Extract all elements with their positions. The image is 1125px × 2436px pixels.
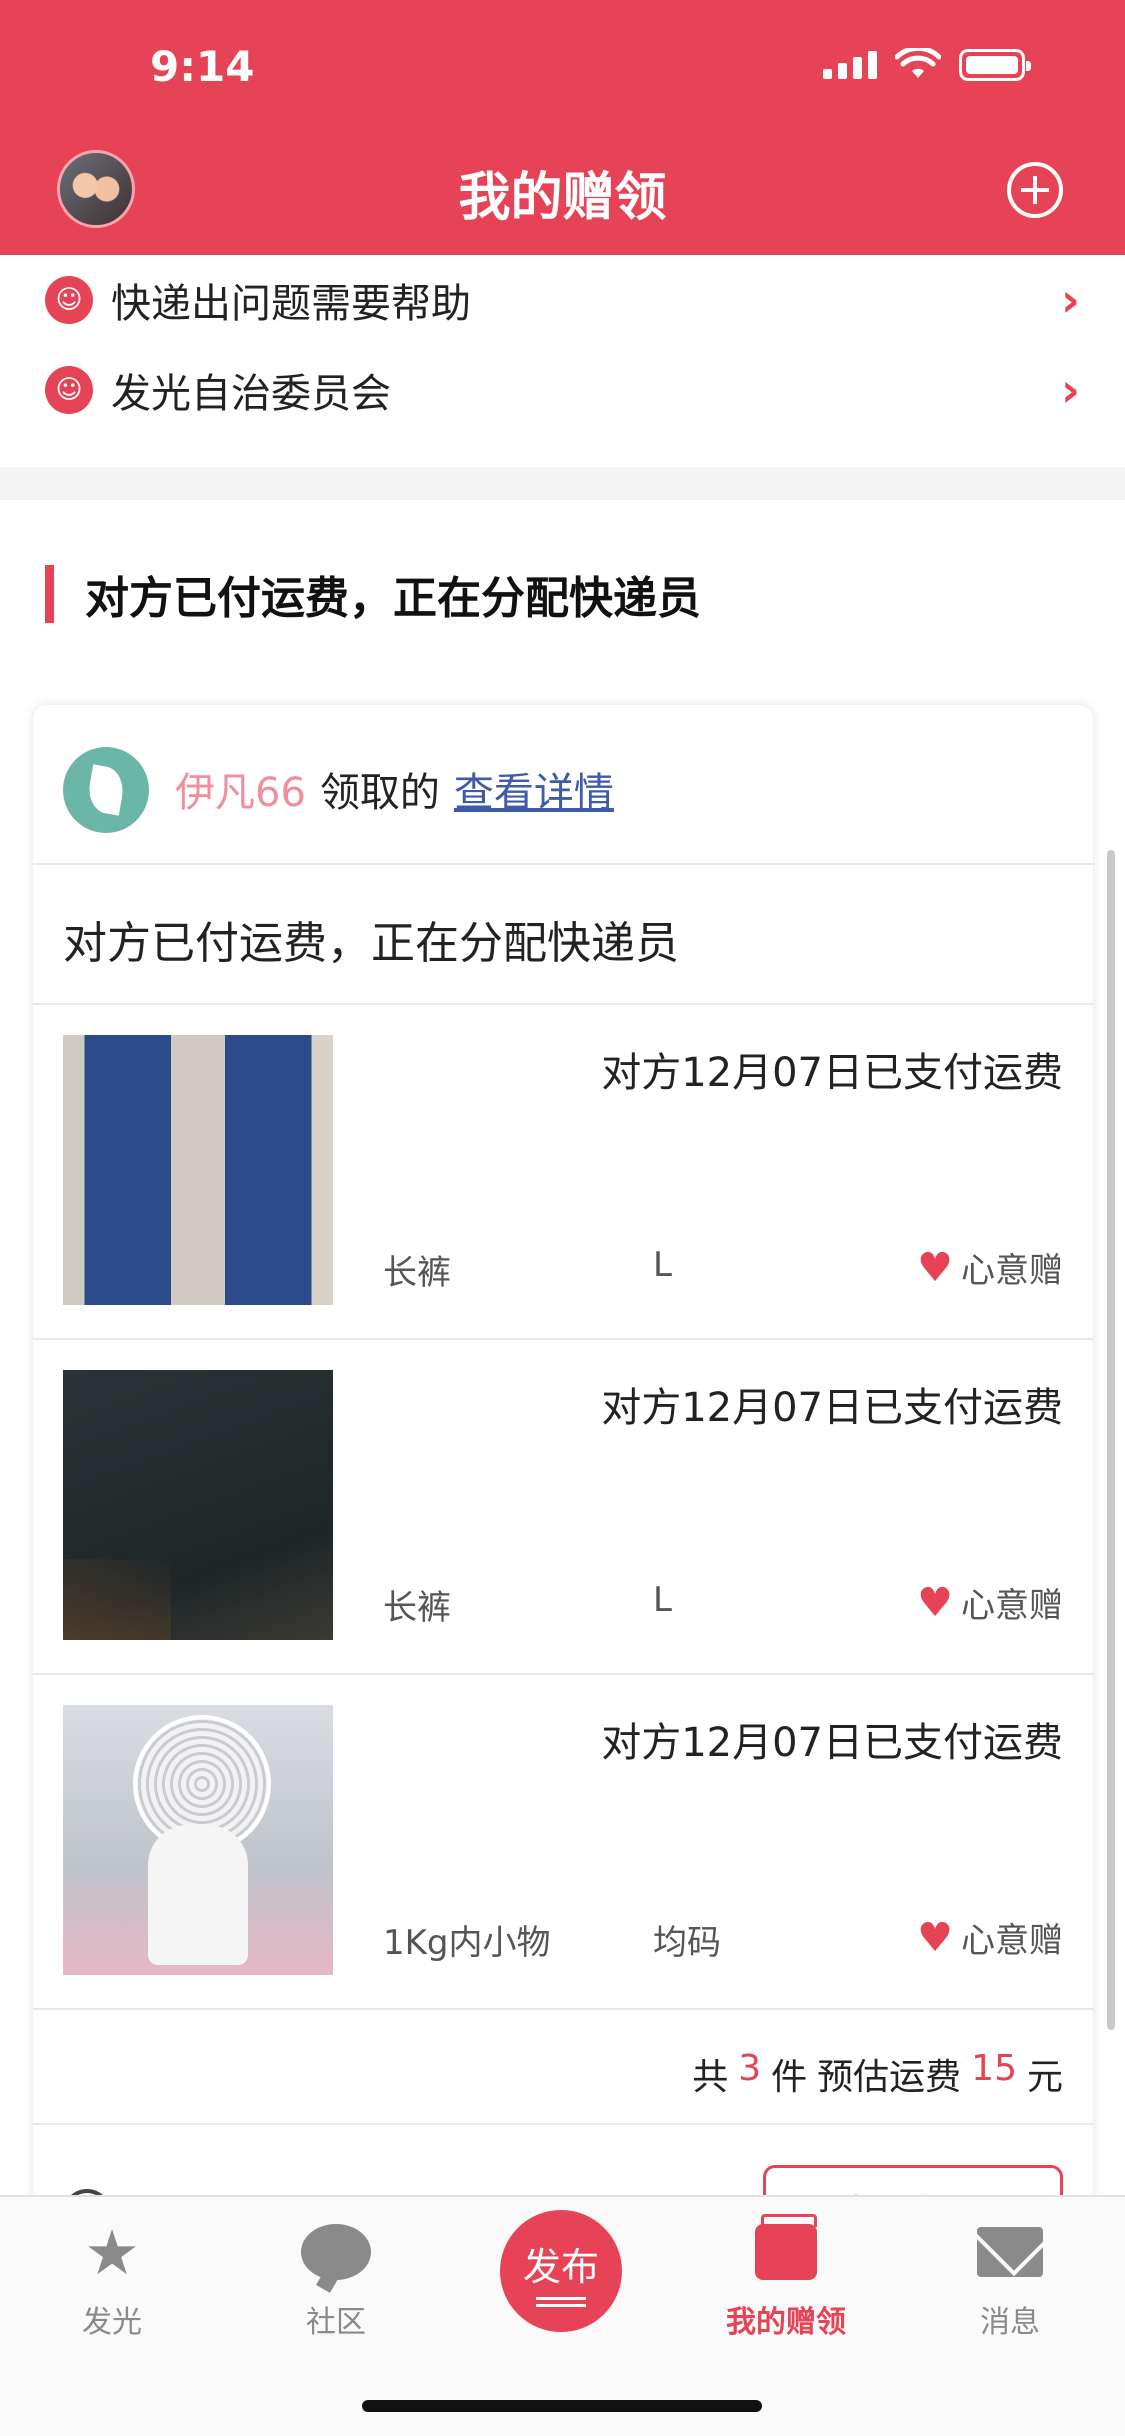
list-item-committee[interactable]: ☺ 发光自治委员会 › — [0, 345, 1125, 435]
summary-prefix: 共 — [692, 2057, 729, 2098]
item-count: 3 — [738, 2048, 762, 2089]
tab-label: 消息 — [980, 2305, 1040, 2340]
list-item-label: 发光自治委员会 — [111, 371, 391, 417]
tab-faguang[interactable]: ★ 发光 — [32, 2215, 192, 2341]
menu-lines-icon — [536, 2296, 586, 2307]
top-list: ☺ 快递出问题需要帮助 › ☺ 发光自治委员会 › — [0, 255, 1125, 467]
person-icon: ☺ — [45, 366, 93, 414]
item-category: 长裤 — [383, 1253, 451, 1293]
item-tag: ♥ 心意赠 — [917, 1243, 1063, 1292]
fee-amount: 15 — [971, 2048, 1017, 2089]
claim-card: 伊凡66 领取的 查看详情 对方已付运费，正在分配快递员 对方12月07日已支付… — [33, 705, 1093, 2255]
publish-button[interactable]: 发布 — [500, 2210, 622, 2332]
list-item[interactable]: 对方12月07日已支付运费 长裤 L ♥ 心意赠 — [33, 1340, 1093, 1675]
item-category: 1Kg内小物 — [383, 1923, 551, 1963]
section-title: 对方已付运费，正在分配快递员 — [85, 573, 701, 624]
tab-messages[interactable]: 消息 — [930, 2217, 1090, 2341]
app-screen: 9:14 我的赠领 ☺ 快递出问题需要帮助 › ☺ 发光自治委员会 › 对方已付… — [0, 0, 1125, 2436]
card-header: 伊凡66 领取的 查看详情 — [33, 705, 1093, 865]
order-summary: 共 3 件 预估运费 15 元 — [33, 2010, 1093, 2125]
heart-icon: ♥ — [917, 1914, 953, 1961]
leaf-logo-icon — [63, 747, 149, 833]
gift-box-icon — [706, 2214, 866, 2287]
item-category: 长裤 — [383, 1588, 451, 1628]
currency: 元 — [1026, 2057, 1063, 2098]
wifi-icon — [895, 48, 941, 78]
chat-bubble-icon — [256, 2217, 416, 2287]
status-icons — [823, 48, 1031, 82]
heart-icon: ♥ — [917, 1244, 953, 1291]
add-button[interactable] — [1007, 162, 1063, 218]
summary-unit: 件 — [771, 2057, 808, 2098]
status-time: 9:14 — [150, 42, 255, 91]
list-item-express-help[interactable]: ☺ 快递出问题需要帮助 › — [0, 255, 1125, 345]
card-header-text: 伊凡66 领取的 查看详情 — [175, 760, 614, 818]
battery-icon — [959, 49, 1031, 81]
user-name[interactable]: 伊凡66 — [175, 760, 306, 818]
item-date-text: 对方12月07日已支付运费 — [601, 1050, 1063, 1096]
section-marker — [45, 565, 54, 623]
header: 9:14 我的赠领 — [0, 0, 1125, 255]
mail-icon — [930, 2217, 1090, 2287]
item-tag: ♥ 心意赠 — [917, 1913, 1063, 1962]
item-tag-label: 心意赠 — [961, 1921, 1063, 1961]
item-tag-label: 心意赠 — [961, 1251, 1063, 1291]
heart-icon: ♥ — [917, 1579, 953, 1626]
item-thumbnail — [63, 1705, 333, 1975]
chevron-right-icon: › — [1061, 363, 1080, 417]
signal-icon — [823, 51, 877, 79]
star-icon: ★ — [84, 2215, 140, 2289]
chevron-right-icon: › — [1061, 273, 1080, 327]
item-date-text: 对方12月07日已支付运费 — [601, 1385, 1063, 1431]
page-title: 我的赠领 — [458, 168, 667, 228]
status-section: 对方已付运费，正在分配快递员 伊凡66 领取的 查看详情 对方已付运费，正在分配… — [0, 500, 1125, 2255]
list-item-label: 快递出问题需要帮助 — [111, 281, 471, 327]
publish-label: 发布 — [522, 2244, 599, 2289]
list-item[interactable]: 对方12月07日已支付运费 1Kg内小物 均码 ♥ 心意赠 — [33, 1675, 1093, 2010]
view-details-link[interactable]: 查看详情 — [454, 760, 614, 818]
person-icon: ☺ — [45, 276, 93, 324]
item-thumbnail — [63, 1035, 333, 1305]
claim-label: 领取的 — [319, 770, 440, 816]
item-size: L — [653, 1580, 672, 1620]
item-size: 均码 — [653, 1923, 721, 1963]
tab-community[interactable]: 社区 — [256, 2217, 416, 2341]
tab-label: 发光 — [82, 2305, 142, 2340]
item-thumbnail — [63, 1370, 333, 1640]
summary-text: 共 3 件 预估运费 15 元 — [692, 2048, 1063, 2100]
scrollbar[interactable] — [1107, 850, 1115, 2030]
item-size: L — [653, 1245, 672, 1285]
item-tag-label: 心意赠 — [961, 1586, 1063, 1626]
item-tag: ♥ 心意赠 — [917, 1578, 1063, 1627]
tab-label: 社区 — [306, 2305, 366, 2340]
tab-my-claims[interactable]: 我的赠领 — [706, 2214, 866, 2341]
fee-label: 预估运费 — [817, 2057, 962, 2098]
card-status-text: 对方已付运费，正在分配快递员 — [63, 918, 679, 969]
list-item[interactable]: 对方12月07日已支付运费 长裤 L ♥ 心意赠 — [33, 1005, 1093, 1340]
tab-label: 我的赠领 — [726, 2305, 846, 2340]
item-date-text: 对方12月07日已支付运费 — [601, 1720, 1063, 1766]
home-indicator — [362, 2400, 762, 2412]
card-status-row: 对方已付运费，正在分配快递员 — [33, 865, 1093, 1005]
